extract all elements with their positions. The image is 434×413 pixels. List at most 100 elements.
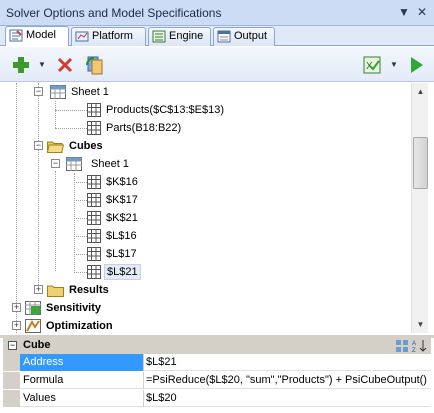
tree-node-label: Optimization: [46, 320, 113, 332]
tree-connector: [74, 182, 87, 183]
delete-button[interactable]: [54, 54, 76, 76]
folder-open-icon: [47, 141, 64, 153]
tab-model-label: Model: [26, 29, 56, 41]
dropdown-arrow-icon: ▼: [390, 60, 398, 69]
expand-icon[interactable]: +: [12, 303, 21, 312]
dropdown-arrow-icon[interactable]: ▼: [396, 4, 412, 20]
tree-connector: [55, 128, 87, 129]
tree-node-label: $K$17: [106, 194, 138, 206]
window-title: Solver Options and Model Specifications: [6, 6, 222, 20]
plus-icon: [13, 57, 29, 73]
row-gutter: [3, 354, 20, 371]
range-icon: [87, 121, 101, 135]
analyze-button[interactable]: X: [361, 54, 383, 76]
optimization-icon: [25, 319, 41, 333]
tree-node-label: $L$16: [106, 230, 137, 242]
tree-connector: [74, 272, 87, 273]
tree-node-label: $L$17: [106, 248, 137, 260]
cell-icon: [87, 175, 101, 189]
sheet-icon: [50, 85, 66, 99]
collapse-icon[interactable]: −: [51, 159, 60, 168]
tab-engine[interactable]: Engine: [148, 27, 211, 46]
tree-node-label: Products($C$13:$E$13): [106, 104, 225, 116]
tree-node-label: Sensitivity: [46, 302, 102, 314]
expand-icon[interactable]: +: [34, 285, 43, 294]
analyze-check-icon: X: [363, 56, 381, 74]
sort-az-icon: AZ: [412, 340, 427, 354]
tab-platform[interactable]: Platform: [71, 27, 146, 46]
property-name: Values: [20, 390, 144, 407]
cell-icon: [87, 211, 101, 225]
cell-icon: [87, 229, 101, 243]
scroll-down-icon[interactable]: ▼: [412, 316, 429, 333]
analyze-dropdown-button[interactable]: ▼: [389, 54, 399, 76]
cell-icon: [87, 247, 101, 261]
tree-connector: [74, 236, 87, 237]
property-row-address[interactable]: Address $L$21: [3, 354, 431, 371]
tree-node-label: $K$16: [106, 176, 138, 188]
tree-connector: [55, 110, 87, 111]
add-dropdown-button[interactable]: ▼: [37, 54, 47, 76]
tree-scrollbar[interactable]: ▲ ▼: [411, 83, 428, 333]
sort-alpha-button[interactable]: AZ: [412, 338, 429, 354]
categorized-button[interactable]: [395, 338, 411, 354]
platform-icon: [75, 31, 89, 42]
engine-icon: [152, 30, 166, 43]
tree-connector: [55, 101, 56, 128]
collapse-icon[interactable]: −: [34, 141, 43, 150]
tree-node-label: Cubes: [69, 140, 103, 152]
tree-connector: [16, 83, 17, 333]
property-value[interactable]: $L$21: [146, 354, 177, 371]
property-value[interactable]: $L$20: [146, 390, 177, 407]
tree-node-label: Parts(B18:B22): [106, 122, 182, 134]
tab-output[interactable]: Output: [213, 27, 275, 46]
tree-node-label: $K$21: [106, 212, 138, 224]
row-gutter: [3, 390, 20, 407]
add-button[interactable]: [10, 54, 32, 76]
tree-connector: [74, 200, 87, 201]
run-button[interactable]: [405, 54, 427, 76]
tree-node-label: Sheet 1: [91, 158, 129, 170]
cell-icon: [87, 265, 101, 279]
scroll-up-icon[interactable]: ▲: [412, 83, 429, 100]
tree-connector: [74, 173, 75, 271]
property-name: Address: [20, 354, 144, 371]
refresh-icon: [86, 56, 103, 75]
tree-connector: [74, 254, 87, 255]
categorized-icon: [396, 340, 408, 352]
folder-icon: [47, 285, 64, 297]
collapse-icon[interactable]: −: [34, 87, 43, 96]
property-row-formula[interactable]: Formula =PsiReduce($L$20, "sum","Product…: [3, 372, 431, 389]
property-value[interactable]: =PsiReduce($L$20, "sum","Products") + Ps…: [146, 372, 427, 389]
property-name: Formula: [20, 372, 144, 389]
range-icon: [87, 103, 101, 117]
tab-output-label: Output: [234, 30, 268, 42]
model-tree: − Sheet 1 Products($C$13:$E$13) Parts(B1…: [3, 83, 409, 333]
collapse-icon[interactable]: −: [8, 341, 17, 350]
scroll-thumb[interactable]: [413, 137, 428, 189]
tab-engine-label: Engine: [169, 30, 204, 42]
sensitivity-icon: [25, 301, 41, 315]
toolbar: ▼ X ▼: [0, 47, 434, 82]
tree-connector: [74, 218, 87, 219]
cell-icon: [87, 193, 101, 207]
svg-text:Z: Z: [412, 348, 416, 353]
tree-node-label: $L$21: [104, 264, 141, 280]
tree-connector: [55, 171, 56, 271]
property-row-values[interactable]: Values $L$20: [3, 390, 431, 407]
tab-strip: Model Platform Engine Output: [0, 26, 434, 46]
title-bar: Solver Options and Model Specifications …: [0, 0, 434, 26]
model-icon: [9, 29, 23, 42]
tree-node-label: Sheet 1: [71, 86, 109, 98]
close-icon[interactable]: ✕: [414, 4, 430, 20]
expand-icon[interactable]: +: [12, 321, 21, 330]
tree-connector: [38, 145, 39, 291]
run-arrow-icon: [411, 57, 423, 73]
tab-platform-label: Platform: [92, 30, 133, 42]
tree-node-label: Results: [69, 284, 109, 296]
tab-model[interactable]: Model: [5, 26, 69, 46]
svg-text:A: A: [412, 341, 416, 347]
refresh-button[interactable]: [84, 54, 106, 76]
category-label: Cube: [23, 339, 51, 351]
dropdown-arrow-icon: ▼: [38, 60, 46, 69]
